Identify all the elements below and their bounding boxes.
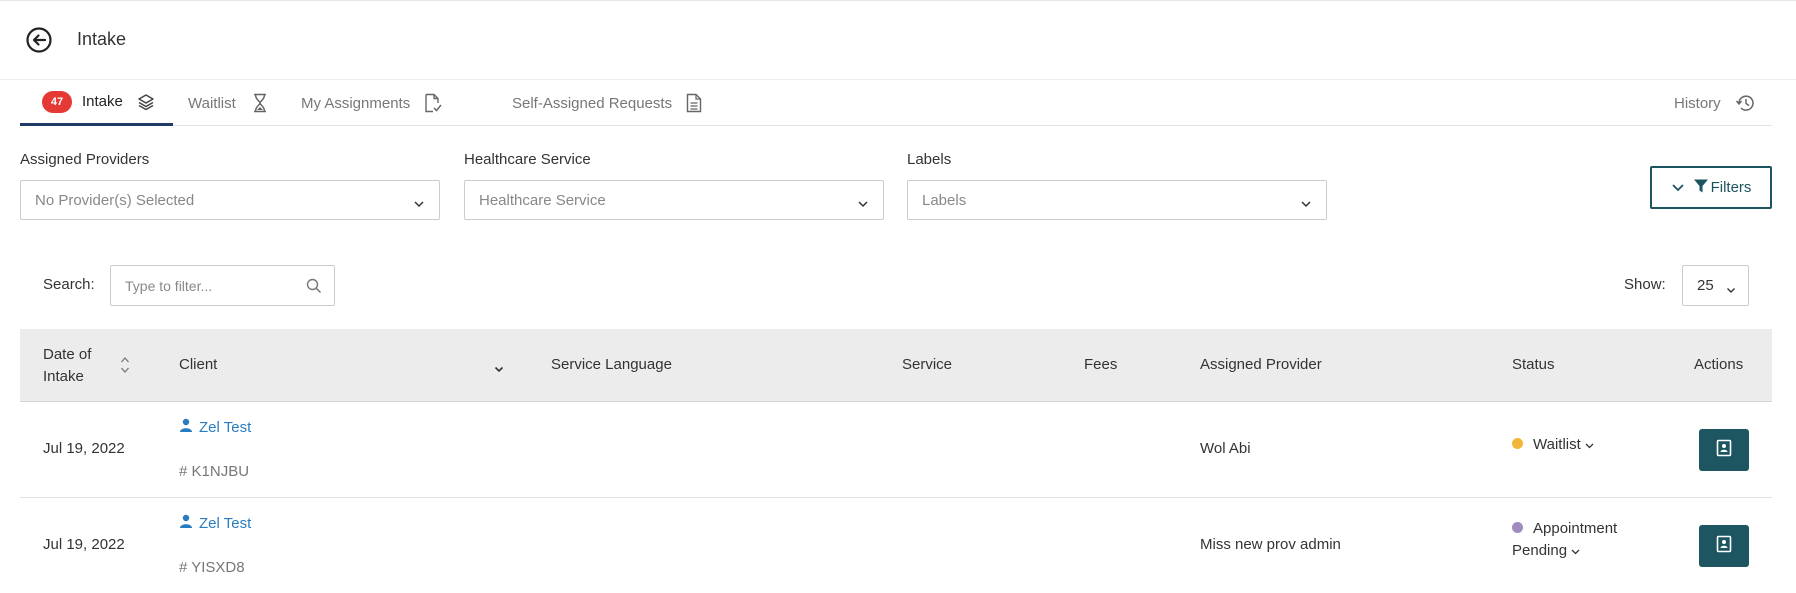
filters-button[interactable]: Filters <box>1650 166 1772 209</box>
status-dropdown[interactable]: Appointment Pending <box>1512 518 1632 562</box>
person-icon <box>179 514 193 532</box>
tab-self-assigned-requests[interactable]: Self-Assigned Requests <box>512 80 702 126</box>
view-record-button[interactable] <box>1699 525 1749 567</box>
chevron-down-icon <box>857 195 869 212</box>
person-icon <box>179 418 193 436</box>
search-icon <box>306 278 322 298</box>
tab-intake[interactable]: 47 Intake <box>20 80 173 126</box>
labels-select[interactable]: Labels <box>907 180 1327 220</box>
tab-my-assignments[interactable]: My Assignments <box>301 80 442 126</box>
contact-card-icon <box>1716 439 1732 461</box>
header-line: Intake <box>43 368 84 385</box>
service-language-header: Service Language <box>551 356 672 373</box>
layers-icon <box>137 93 155 111</box>
intake-date: Jul 19, 2022 <box>43 440 125 457</box>
chevron-down-icon <box>1300 195 1312 212</box>
chevron-down-icon <box>1671 179 1685 196</box>
contact-card-icon <box>1716 535 1732 557</box>
funnel-icon <box>1693 178 1709 198</box>
tab-label: Self-Assigned Requests <box>512 94 673 112</box>
healthcare-service-label: Healthcare Service <box>464 151 591 168</box>
page-header: Intake <box>0 0 1796 80</box>
healthcare-service-select[interactable]: Healthcare Service <box>464 180 884 220</box>
chevron-down-icon <box>413 195 425 212</box>
tab-label: My Assignments <box>301 94 411 112</box>
status-dropdown[interactable]: Waitlist <box>1512 434 1632 456</box>
select-value: No Provider(s) Selected <box>35 191 195 209</box>
client-link[interactable]: Zel Test <box>179 514 251 532</box>
view-record-button[interactable] <box>1699 429 1749 471</box>
status-label: Appointment Pending <box>1512 520 1618 559</box>
hourglass-icon <box>252 93 268 113</box>
filters-button-label: Filters <box>1710 179 1752 196</box>
actions-header: Actions <box>1694 356 1744 373</box>
chevron-down-icon[interactable] <box>494 360 504 377</box>
client-id: # K1NJBU <box>179 463 250 480</box>
date-of-intake-header[interactable]: Date of Intake <box>43 344 91 388</box>
status-dot <box>1512 438 1523 449</box>
assigned-provider-header: Assigned Provider <box>1200 356 1322 373</box>
fees-header: Fees <box>1084 356 1118 373</box>
table-row: Jul 19, 2022 Zel Test # K1NJBU Wol Abi W… <box>20 402 1772 498</box>
document-icon <box>686 93 702 113</box>
labels-label: Labels <box>907 151 952 168</box>
sort-icon[interactable] <box>120 355 130 379</box>
assigned-providers-label: Assigned Providers <box>20 151 150 168</box>
show-label: Show: <box>1624 276 1666 293</box>
search-input[interactable] <box>111 266 291 305</box>
assigned-provider: Wol Abi <box>1200 440 1251 457</box>
status-header: Status <box>1512 356 1555 373</box>
table-row: Jul 19, 2022 Zel Test # YISXD8 Miss new … <box>20 498 1772 593</box>
doc-check-icon <box>424 93 442 113</box>
select-value: 25 <box>1697 277 1714 294</box>
client-id: # YISXD8 <box>179 559 245 576</box>
chevron-down-icon <box>1585 436 1594 453</box>
page-title: Intake <box>77 29 127 49</box>
assigned-providers-select[interactable]: No Provider(s) Selected <box>20 180 440 220</box>
back-arrow-icon[interactable] <box>25 26 53 54</box>
status-label: Waitlist <box>1533 436 1581 453</box>
client-name: Zel Test <box>199 418 252 436</box>
status-dot <box>1512 522 1523 533</box>
assigned-provider: Miss new prov admin <box>1200 536 1341 553</box>
client-name: Zel Test <box>199 514 252 532</box>
header-line: Date of <box>43 346 92 363</box>
tab-label: History <box>1674 94 1721 112</box>
service-header: Service <box>902 356 953 373</box>
search-field <box>110 265 335 306</box>
intake-count-badge: 47 <box>42 90 72 113</box>
tab-waitlist[interactable]: Waitlist <box>188 80 268 126</box>
client-header: Client <box>179 356 218 373</box>
tab-bar: 47 Intake Waitlist My Assignments Self-A… <box>20 80 1772 126</box>
tab-label: Intake <box>82 93 123 110</box>
search-label: Search: <box>43 276 95 293</box>
tab-label: Waitlist <box>188 94 236 112</box>
chevron-down-icon <box>1726 281 1736 298</box>
tab-history[interactable]: History <box>1674 80 1755 126</box>
page-size-select[interactable]: 25 <box>1682 265 1749 306</box>
select-value: Healthcare Service <box>479 191 606 209</box>
intake-date: Jul 19, 2022 <box>43 536 125 553</box>
history-icon <box>1735 93 1755 113</box>
table-header: Date of Intake Client Service Language S… <box>20 329 1772 402</box>
chevron-down-icon <box>1571 542 1580 559</box>
select-value: Labels <box>922 191 967 209</box>
client-link[interactable]: Zel Test <box>179 418 251 436</box>
